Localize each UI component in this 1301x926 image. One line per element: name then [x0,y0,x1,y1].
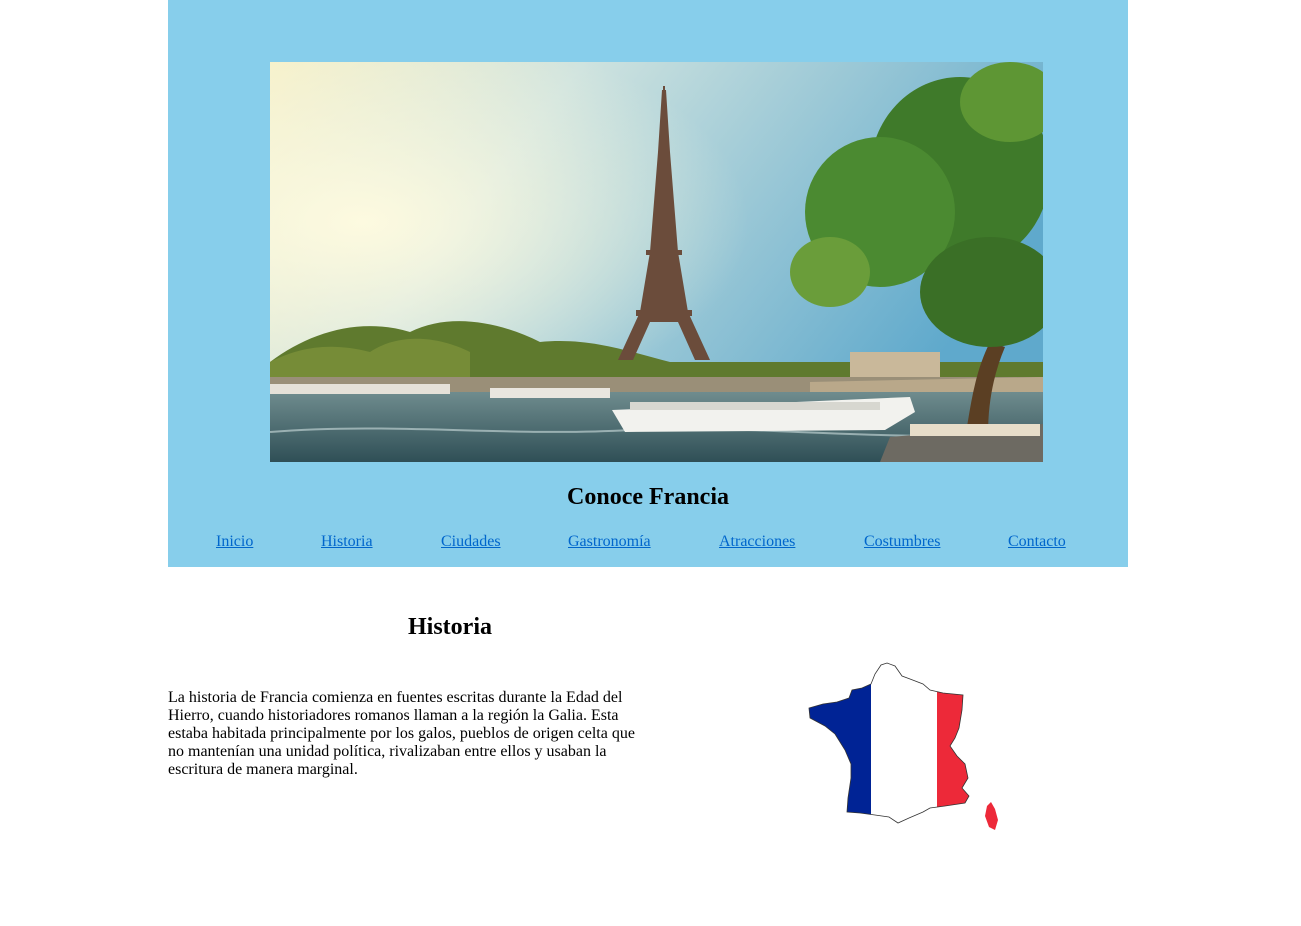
nav-link-inicio[interactable]: Inicio [216,533,253,551]
eiffel-tower-photo [270,62,1043,462]
nav-link-costumbres[interactable]: Costumbres [864,533,940,551]
nav-link-contacto[interactable]: Contacto [1008,533,1066,551]
main-nav: Inicio Historia Ciudades Gastronomía Atr… [168,533,1128,555]
nav-link-ciudades[interactable]: Ciudades [441,533,501,551]
history-paragraph: La historia de Francia comienza en fuent… [168,689,635,778]
hero-image [270,62,1043,462]
france-flag-map-image [805,660,1005,835]
nav-link-atracciones[interactable]: Atracciones [719,533,795,551]
nav-link-historia[interactable]: Historia [321,533,373,551]
site-title: Conoce Francia [567,484,729,510]
site-header: Conoce Francia Inicio Historia Ciudades … [168,0,1128,567]
france-map-icon [808,662,998,830]
section-title: Historia [408,614,492,640]
nav-link-gastronomia[interactable]: Gastronomía [568,533,651,551]
